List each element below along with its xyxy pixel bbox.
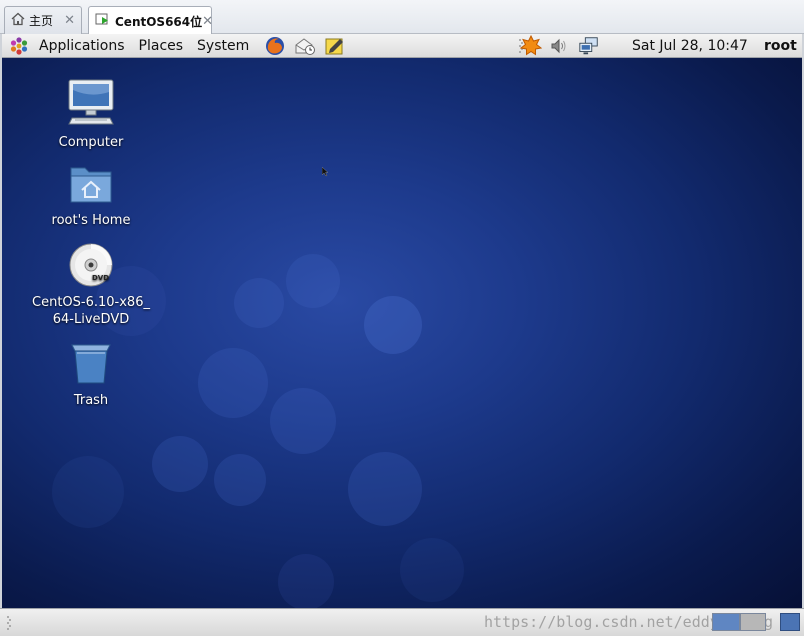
wallpaper-bokeh [214, 454, 266, 506]
vm-icon [95, 13, 111, 30]
wallpaper-bokeh [152, 436, 208, 492]
desktop-icon-home[interactable]: root's Home [26, 162, 156, 229]
tab-bar: 主页 ✕ CentOS664位 ✕ [0, 0, 804, 35]
wallpaper-bokeh [348, 452, 422, 526]
close-icon[interactable]: ✕ [202, 14, 213, 29]
mail-clock-icon[interactable] [294, 36, 316, 56]
show-desktop-button[interactable] [780, 613, 800, 631]
desktop-icon-label: Computer [58, 135, 124, 150]
gnome-foot-icon[interactable] [8, 36, 30, 56]
wallpaper-bokeh [52, 456, 124, 528]
home-icon [11, 12, 25, 29]
menu-system[interactable]: System [190, 38, 256, 54]
home-folder-icon [26, 162, 156, 210]
tab-label: 主页 [29, 14, 54, 28]
workspace-1[interactable] [712, 613, 740, 631]
mouse-pointer-icon [321, 166, 330, 181]
tab-centos[interactable]: CentOS664位 ✕ [88, 6, 213, 35]
desktop-icon-computer[interactable]: Computer [26, 78, 156, 151]
desktop-icon-label: root's Home [51, 213, 131, 228]
desktop-icon-label: 64-LiveDVD [52, 312, 130, 327]
trash-icon [26, 342, 156, 390]
bottom-panel: https://blog.csdn.net/eddy_Zhang [0, 608, 804, 636]
tab-label: CentOS664位 [115, 14, 203, 29]
dvd-icon: DVD [26, 242, 156, 292]
svg-text:DVD: DVD [92, 274, 109, 282]
wallpaper-bokeh [364, 296, 422, 354]
wallpaper-bokeh [198, 348, 268, 418]
updates-icon[interactable] [520, 34, 542, 56]
wallpaper-bokeh [286, 254, 340, 308]
notes-icon[interactable] [324, 36, 346, 56]
workspace-2[interactable] [740, 613, 766, 631]
panel-handle-icon [6, 614, 12, 636]
close-icon[interactable]: ✕ [64, 13, 75, 28]
network-icon[interactable] [578, 36, 600, 56]
wallpaper-bokeh [400, 538, 464, 602]
desktop-icon-dvd[interactable]: DVD CentOS-6.10-x86_ 64-LiveDVD [26, 242, 156, 328]
desktop[interactable]: Computer root's Home DVD CentOS-6.10-x86… [2, 58, 802, 608]
desktop-icon-label: Trash [73, 393, 109, 408]
desktop-icon-label: CentOS-6.10-x86_ [32, 295, 150, 310]
wallpaper-bokeh [270, 388, 336, 454]
wallpaper-bokeh [278, 554, 334, 608]
desktop-icon-trash[interactable]: Trash [26, 342, 156, 409]
firefox-icon[interactable] [264, 36, 286, 56]
menu-applications[interactable]: Applications [32, 38, 132, 54]
clock[interactable]: Sat Jul 28, 10:47 [632, 38, 748, 54]
menu-places[interactable]: Places [132, 38, 191, 54]
computer-icon [26, 78, 156, 132]
wallpaper-bokeh [234, 278, 284, 328]
top-panel: Applications Places System Sat Jul 28, 1… [0, 34, 804, 58]
volume-icon[interactable] [548, 36, 570, 56]
tab-home[interactable]: 主页 ✕ [4, 6, 82, 34]
user-menu[interactable]: root [764, 38, 797, 54]
